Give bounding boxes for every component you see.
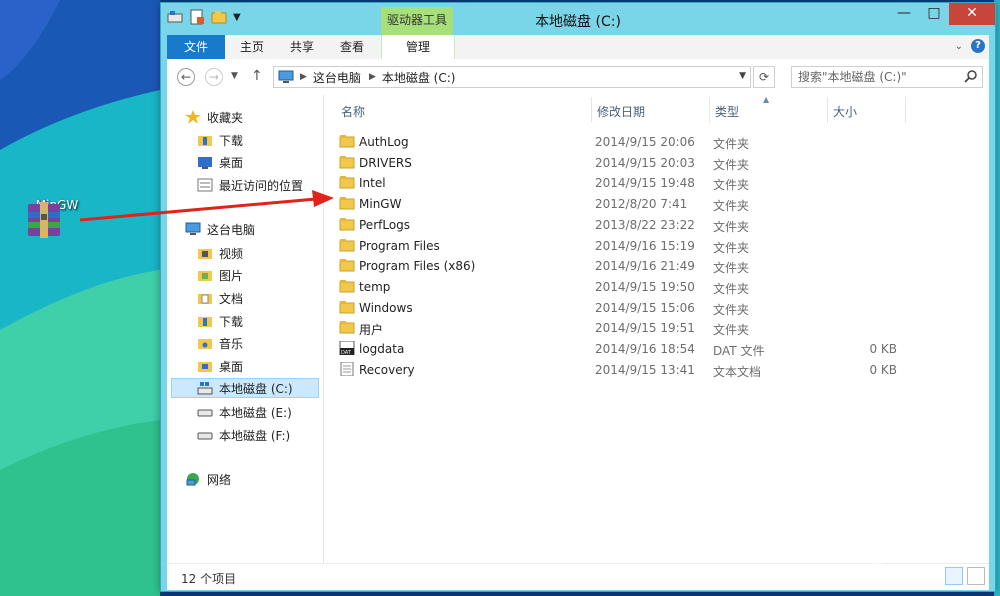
watermark-url: jingyan.baidu.com <box>768 540 941 558</box>
